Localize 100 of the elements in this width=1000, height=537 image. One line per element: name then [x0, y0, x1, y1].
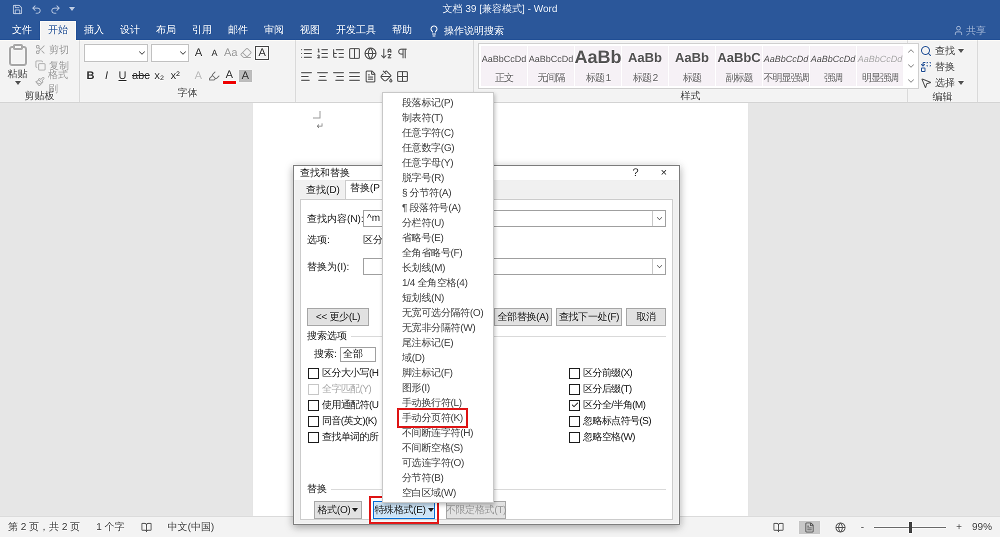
checkbox[interactable] [308, 368, 319, 378]
style-preview[interactable]: AaBbCcDd [528, 54, 574, 64]
style-name: 不明显强调 [764, 72, 808, 85]
option-label: 使用通配符(U [322, 398, 378, 412]
search-icon [920, 44, 932, 56]
font-size-button[interactable]: A [208, 48, 221, 58]
ribbon-tab[interactable]: 帮助 [384, 21, 420, 40]
checkbox[interactable] [308, 400, 319, 410]
checkbox[interactable] [569, 368, 580, 378]
align-right-icon[interactable] [332, 70, 345, 82]
bullet-list-icon[interactable] [300, 46, 313, 60]
text-effect-button[interactable]: A [222, 68, 236, 84]
paint-bucket-icon[interactable] [380, 70, 393, 82]
sort-icon[interactable] [380, 46, 393, 60]
search-scope-field[interactable]: 全部 [340, 346, 376, 362]
ribbon-tab[interactable]: 开始 [40, 21, 76, 40]
style-preview[interactable]: AaBb [675, 50, 709, 65]
editing-command[interactable]: 替换 [935, 60, 955, 74]
highlighter-icon[interactable] [208, 70, 220, 82]
ribbon-tab[interactable]: 引用 [184, 21, 220, 40]
style-preview[interactable]: AaBb [628, 50, 662, 65]
search-label: 搜索: [314, 348, 337, 361]
style-name: 标题 1 [586, 72, 610, 85]
dropdown-icon[interactable] [654, 262, 664, 271]
style-preview[interactable]: AaBbC [717, 50, 761, 65]
style-name: 副标题 [726, 72, 752, 85]
ribbon-tab[interactable]: 设计 [112, 21, 148, 40]
less-button[interactable]: << 更少(L) [307, 308, 369, 326]
ribbon-tab[interactable]: 布局 [148, 21, 184, 40]
checkbox[interactable] [569, 432, 580, 442]
format-button[interactable]: B [84, 70, 97, 82]
checkbox[interactable] [569, 384, 580, 394]
section-label: 搜索选项 [307, 330, 347, 343]
character-border-button[interactable]: A [255, 46, 269, 60]
menu-item[interactable]: 手动分页符(K) [397, 408, 468, 428]
dialog-tab[interactable]: 替换(P [344, 180, 385, 199]
editing-command[interactable]: 选择 [935, 76, 955, 90]
columns-icon[interactable] [348, 46, 361, 60]
dialog-button[interactable]: 全部替换(A) [494, 308, 552, 326]
dialog-button[interactable]: 取消 [626, 308, 666, 326]
checkbox[interactable] [308, 432, 319, 442]
redo-icon[interactable] [50, 4, 61, 14]
pilcrow-icon[interactable] [396, 46, 409, 60]
proofing-icon[interactable] [140, 522, 152, 532]
format-button[interactable]: x₂ [152, 70, 166, 82]
ribbon-tab[interactable]: 视图 [292, 21, 328, 40]
format-menu-button[interactable]: 特殊格式(E) [373, 501, 435, 519]
word-count[interactable]: 1 个字 [96, 520, 125, 534]
ribbon-tab[interactable]: 审阅 [256, 21, 292, 40]
language-status[interactable]: 中文(中国) [168, 520, 214, 534]
globe-icon[interactable] [364, 46, 377, 60]
corner-mark-icon [312, 111, 320, 119]
borders-icon[interactable] [396, 70, 409, 82]
font-name-field[interactable] [84, 44, 148, 62]
web-layout-icon[interactable] [834, 522, 846, 532]
format-menu-button[interactable]: 格式(O) [314, 501, 362, 519]
align-center-icon[interactable] [316, 70, 329, 82]
caret-icon [69, 7, 75, 11]
page-count[interactable]: 第 2 页，共 2 页 [8, 520, 80, 534]
font-size-field[interactable] [151, 44, 189, 62]
zoom-out-button[interactable]: - [860, 522, 864, 532]
close-button[interactable]: × [654, 167, 673, 179]
ribbon-tab[interactable]: 邮件 [220, 21, 256, 40]
paste-button[interactable]: 粘贴 [8, 67, 28, 81]
format-button[interactable]: abc [132, 70, 150, 82]
undo-icon[interactable] [31, 4, 42, 14]
format-button[interactable]: I [100, 70, 113, 82]
editing-command[interactable]: 查找 [935, 44, 955, 58]
zoom-in-button[interactable]: + [956, 522, 962, 532]
save-icon[interactable] [12, 4, 23, 14]
dialog-button[interactable]: 查找下一处(F) [556, 308, 622, 326]
text-effect-button[interactable]: A [238, 70, 252, 82]
dropdown-icon[interactable] [654, 214, 664, 223]
zoom-thumb[interactable] [909, 522, 912, 532]
person-icon [953, 25, 964, 36]
read-mode-icon[interactable] [772, 522, 784, 532]
style-preview[interactable]: AaBbCcDd [810, 54, 856, 64]
style-preview[interactable]: AaBbCcDd [764, 54, 808, 64]
tell-me-search[interactable]: 操作说明搜索 [444, 24, 504, 38]
checkbox[interactable] [569, 400, 580, 410]
print-layout-icon[interactable] [804, 522, 815, 532]
style-preview[interactable]: AaBbCcDd [482, 54, 526, 64]
zoom-percent[interactable]: 99% [972, 522, 992, 532]
ribbon-tab[interactable]: 插入 [76, 21, 112, 40]
font-size-button[interactable]: A [192, 47, 205, 59]
format-button[interactable]: U [116, 70, 129, 82]
help-button[interactable]: ? [626, 167, 645, 179]
style-name: 强调 [824, 72, 842, 85]
dialog-tab[interactable]: 查找(D) [301, 182, 345, 199]
style-preview[interactable]: AaBb [575, 47, 621, 68]
ribbon-tab[interactable]: 文件 [4, 21, 40, 40]
justify-icon[interactable] [348, 70, 361, 82]
checkbox[interactable] [569, 416, 580, 426]
numbered-list-icon[interactable] [316, 46, 329, 60]
format-button[interactable]: x² [168, 70, 182, 82]
style-name: 无间隔 [538, 72, 564, 85]
multilevel-list-icon[interactable] [332, 46, 345, 60]
align-left-icon[interactable] [300, 70, 313, 82]
ribbon-tab[interactable]: 开发工具 [328, 21, 384, 40]
checkbox[interactable] [308, 416, 319, 426]
